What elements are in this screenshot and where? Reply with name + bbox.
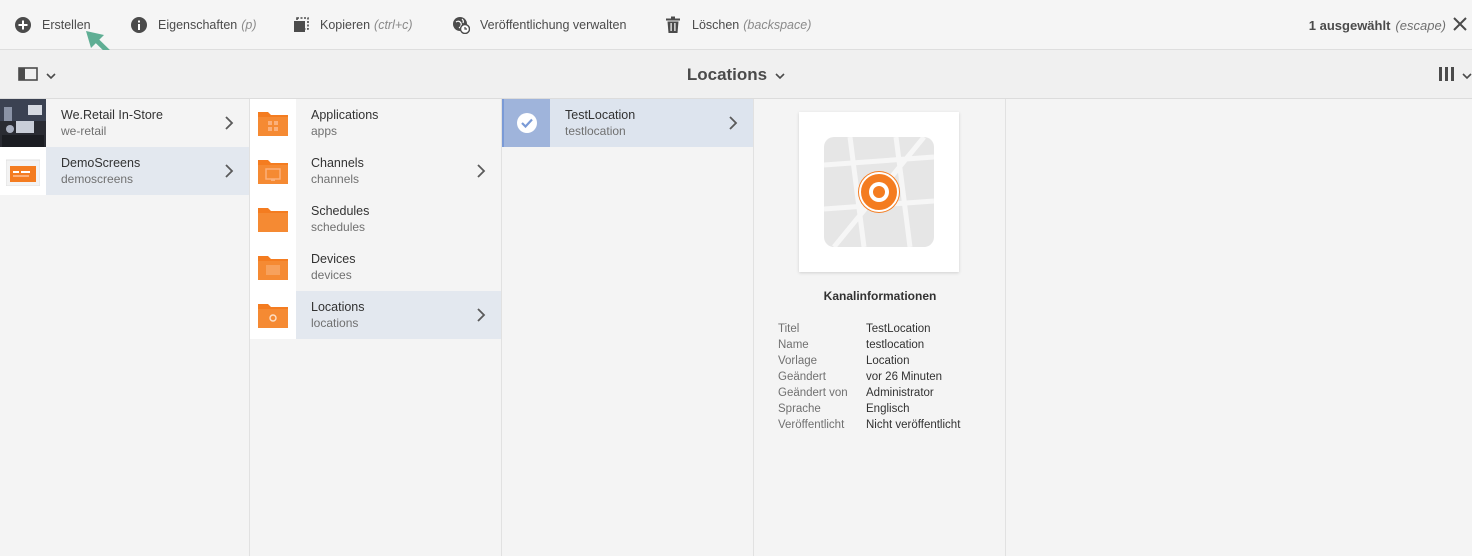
view-switcher-button[interactable]: [1438, 66, 1472, 85]
folder-icon: [250, 291, 296, 339]
item-title: Schedules: [311, 204, 370, 218]
item-title: Applications: [311, 108, 379, 122]
detail-key: Veröffentlicht: [778, 419, 845, 431]
properties-shortcut: (p): [241, 18, 257, 32]
list-item-testlocation[interactable]: TestLocation testlocation: [502, 99, 753, 147]
chevron-right-icon: [477, 164, 486, 178]
detail-row: Vorlage Location: [778, 353, 960, 369]
folder-icon: [250, 99, 296, 147]
copy-shortcut: (ctrl+c): [374, 18, 413, 32]
details-panel: Kanalinformationen Titel TestLocation Nam…: [754, 99, 1006, 556]
item-subtitle: channels: [311, 172, 360, 186]
item-subtitle: we-retail: [61, 124, 107, 138]
detail-row: Geändert vor 26 Minuten: [778, 369, 960, 385]
item-subtitle: devices: [311, 268, 352, 282]
chevron-right-icon: [225, 164, 234, 178]
detail-value: vor 26 Minuten: [866, 371, 943, 383]
chevron-down-icon: [775, 65, 785, 85]
folder-icon: [250, 147, 296, 195]
detail-row: Geändert von Administrator: [778, 385, 960, 401]
list-item-schedules[interactable]: Schedules schedules: [250, 195, 501, 243]
chevron-right-icon: [225, 116, 234, 130]
detail-row: Name testlocation: [778, 337, 960, 353]
chevron-right-icon: [477, 308, 486, 322]
detail-row: Sprache Englisch: [778, 401, 960, 417]
chevron-right-icon: [729, 116, 738, 130]
column-locations: TestLocation testlocation: [502, 99, 754, 556]
detail-row: Titel TestLocation: [778, 321, 960, 337]
list-item-devices[interactable]: Devices devices: [250, 243, 501, 291]
detail-key: Geändert: [778, 371, 826, 383]
item-subtitle: demoscreens: [61, 172, 134, 186]
item-subtitle: schedules: [311, 220, 366, 234]
map-pin-icon: [824, 137, 934, 247]
folder-icon: [250, 195, 296, 243]
globe-clock-icon: [452, 16, 470, 34]
list-item-channels[interactable]: Channels channels: [250, 147, 501, 195]
item-subtitle: testlocation: [565, 124, 626, 138]
properties-label: Eigenschaften: [158, 18, 238, 32]
detail-key: Titel: [778, 323, 800, 335]
folder-icon: [250, 243, 296, 291]
item-title: DemoScreens: [61, 156, 141, 170]
page-title[interactable]: Locations: [0, 50, 1472, 99]
create-button[interactable]: Erstellen: [14, 0, 91, 50]
item-title: We.Retail In-Store: [61, 108, 163, 122]
detail-value: TestLocation: [866, 323, 931, 335]
list-item-demoscreens[interactable]: DemoScreens demoscreens: [0, 147, 249, 195]
selection-info: 1 ausgewählt (escape): [1309, 0, 1446, 50]
item-title: Locations: [311, 300, 365, 314]
copy-button[interactable]: Kopieren (ctrl+c): [292, 0, 413, 50]
page-title-text: Locations: [686, 64, 768, 84]
detail-value: Administrator: [866, 387, 934, 399]
copy-label: Kopieren: [320, 18, 371, 32]
column-view-icon: [1438, 66, 1456, 85]
column-projects: We.Retail In-Store we-retail DemoScreens…: [0, 99, 250, 556]
copy-icon: [292, 16, 310, 34]
location-preview-card: [799, 112, 959, 272]
delete-label: Löschen: [692, 18, 740, 32]
item-subtitle: locations: [311, 316, 359, 330]
detail-value: Location: [866, 355, 910, 367]
title-bar: Locations: [0, 50, 1472, 99]
detail-value: Englisch: [866, 403, 910, 415]
manage-publication-button[interactable]: Veröffentlichung verwalten: [452, 0, 626, 50]
detail-value: Nicht veröffentlicht: [866, 419, 961, 431]
details-heading: Kanalinformationen: [823, 289, 937, 303]
selection-shortcut: (escape): [1395, 17, 1446, 33]
trash-icon: [664, 16, 682, 34]
detail-key: Name: [778, 339, 809, 351]
details-table: Titel TestLocation Name testlocation Vorla…: [778, 321, 960, 433]
detail-key: Sprache: [778, 403, 821, 415]
delete-shortcut: (backspace): [743, 18, 812, 32]
manage-publication-label: Veröffentlichung verwalten: [480, 18, 627, 32]
detail-key: Vorlage: [778, 355, 818, 367]
item-title: TestLocation: [565, 108, 636, 122]
detail-row: Veröffentlicht Nicht veröffentlicht: [778, 417, 960, 433]
item-title: Channels: [311, 156, 364, 170]
list-item-we-retail[interactable]: We.Retail In-Store we-retail: [0, 99, 249, 147]
close-selection-icon[interactable]: [1452, 16, 1470, 34]
list-item-applications[interactable]: Applications apps: [250, 99, 501, 147]
delete-button[interactable]: Löschen (backspace): [664, 0, 811, 50]
detail-key: Geändert von: [778, 387, 848, 399]
column-demoscreens: Applications apps Channels channels Sche…: [250, 99, 502, 556]
selected-check-icon[interactable]: [504, 99, 550, 147]
item-title: Devices: [311, 252, 356, 266]
detail-value: testlocation: [866, 339, 925, 351]
properties-button[interactable]: Eigenschaften (p): [130, 0, 257, 50]
item-subtitle: apps: [311, 124, 338, 138]
chevron-down-icon: [1462, 69, 1472, 83]
add-circle-icon: [14, 16, 32, 34]
selection-count: 1 ausgewählt: [1308, 17, 1391, 33]
list-item-locations[interactable]: Locations locations: [250, 291, 501, 339]
demoscreens-thumbnail: [0, 147, 46, 195]
action-bar: Erstellen Eigenschaften (p) Kopieren (ct…: [0, 0, 1472, 50]
we-retail-thumbnail: [0, 99, 46, 147]
